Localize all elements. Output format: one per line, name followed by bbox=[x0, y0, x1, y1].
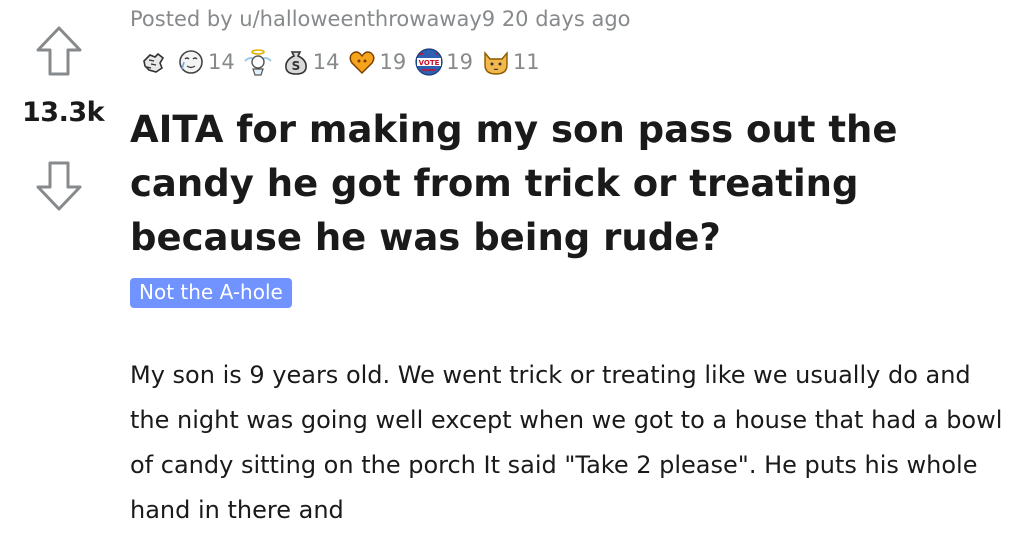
award-doge[interactable]: 11 bbox=[481, 47, 540, 77]
award-count: 14 bbox=[312, 50, 340, 74]
fist-bump-award-icon bbox=[138, 47, 168, 77]
money-bag-award-icon: S bbox=[281, 47, 311, 77]
award-angel[interactable] bbox=[243, 47, 273, 77]
svg-text:VOTE: VOTE bbox=[419, 59, 440, 67]
downvote-arrow-icon[interactable] bbox=[35, 160, 83, 212]
award-fist-bump[interactable] bbox=[138, 47, 168, 77]
award-count: 19 bbox=[379, 50, 407, 74]
crying-face-award-icon bbox=[176, 47, 206, 77]
post-title[interactable]: AITA for making my son pass out the cand… bbox=[130, 103, 1010, 265]
award-money-bag[interactable]: S 14 bbox=[281, 47, 340, 77]
post-meta: Posted by u/halloweenthrowaway9 20 days … bbox=[130, 7, 631, 31]
award-vote-badge[interactable]: VOTE 19 bbox=[414, 47, 473, 77]
svg-text:S: S bbox=[291, 59, 300, 73]
doge-award-icon bbox=[481, 47, 511, 77]
vote-score: 13.3k bbox=[22, 97, 105, 128]
upvote-arrow-icon[interactable] bbox=[35, 25, 83, 77]
awards-row[interactable]: 14 S 14 19 VOTE 19 11 bbox=[138, 47, 548, 77]
award-count: 14 bbox=[208, 50, 235, 74]
award-count: 11 bbox=[512, 50, 540, 74]
post-flair-badge[interactable]: Not the A-hole bbox=[130, 278, 292, 308]
vote-column: 13.3k bbox=[0, 0, 125, 535]
angel-award-icon bbox=[243, 47, 273, 77]
vote-badge-award-icon: VOTE bbox=[414, 47, 444, 77]
post-body: My son is 9 years old. We went trick or … bbox=[130, 361, 1003, 524]
heart-hug-award-icon bbox=[347, 47, 377, 77]
award-count: 19 bbox=[446, 50, 473, 74]
award-crying-face[interactable]: 14 bbox=[176, 47, 235, 77]
award-heart-hug[interactable]: 19 bbox=[347, 47, 406, 77]
